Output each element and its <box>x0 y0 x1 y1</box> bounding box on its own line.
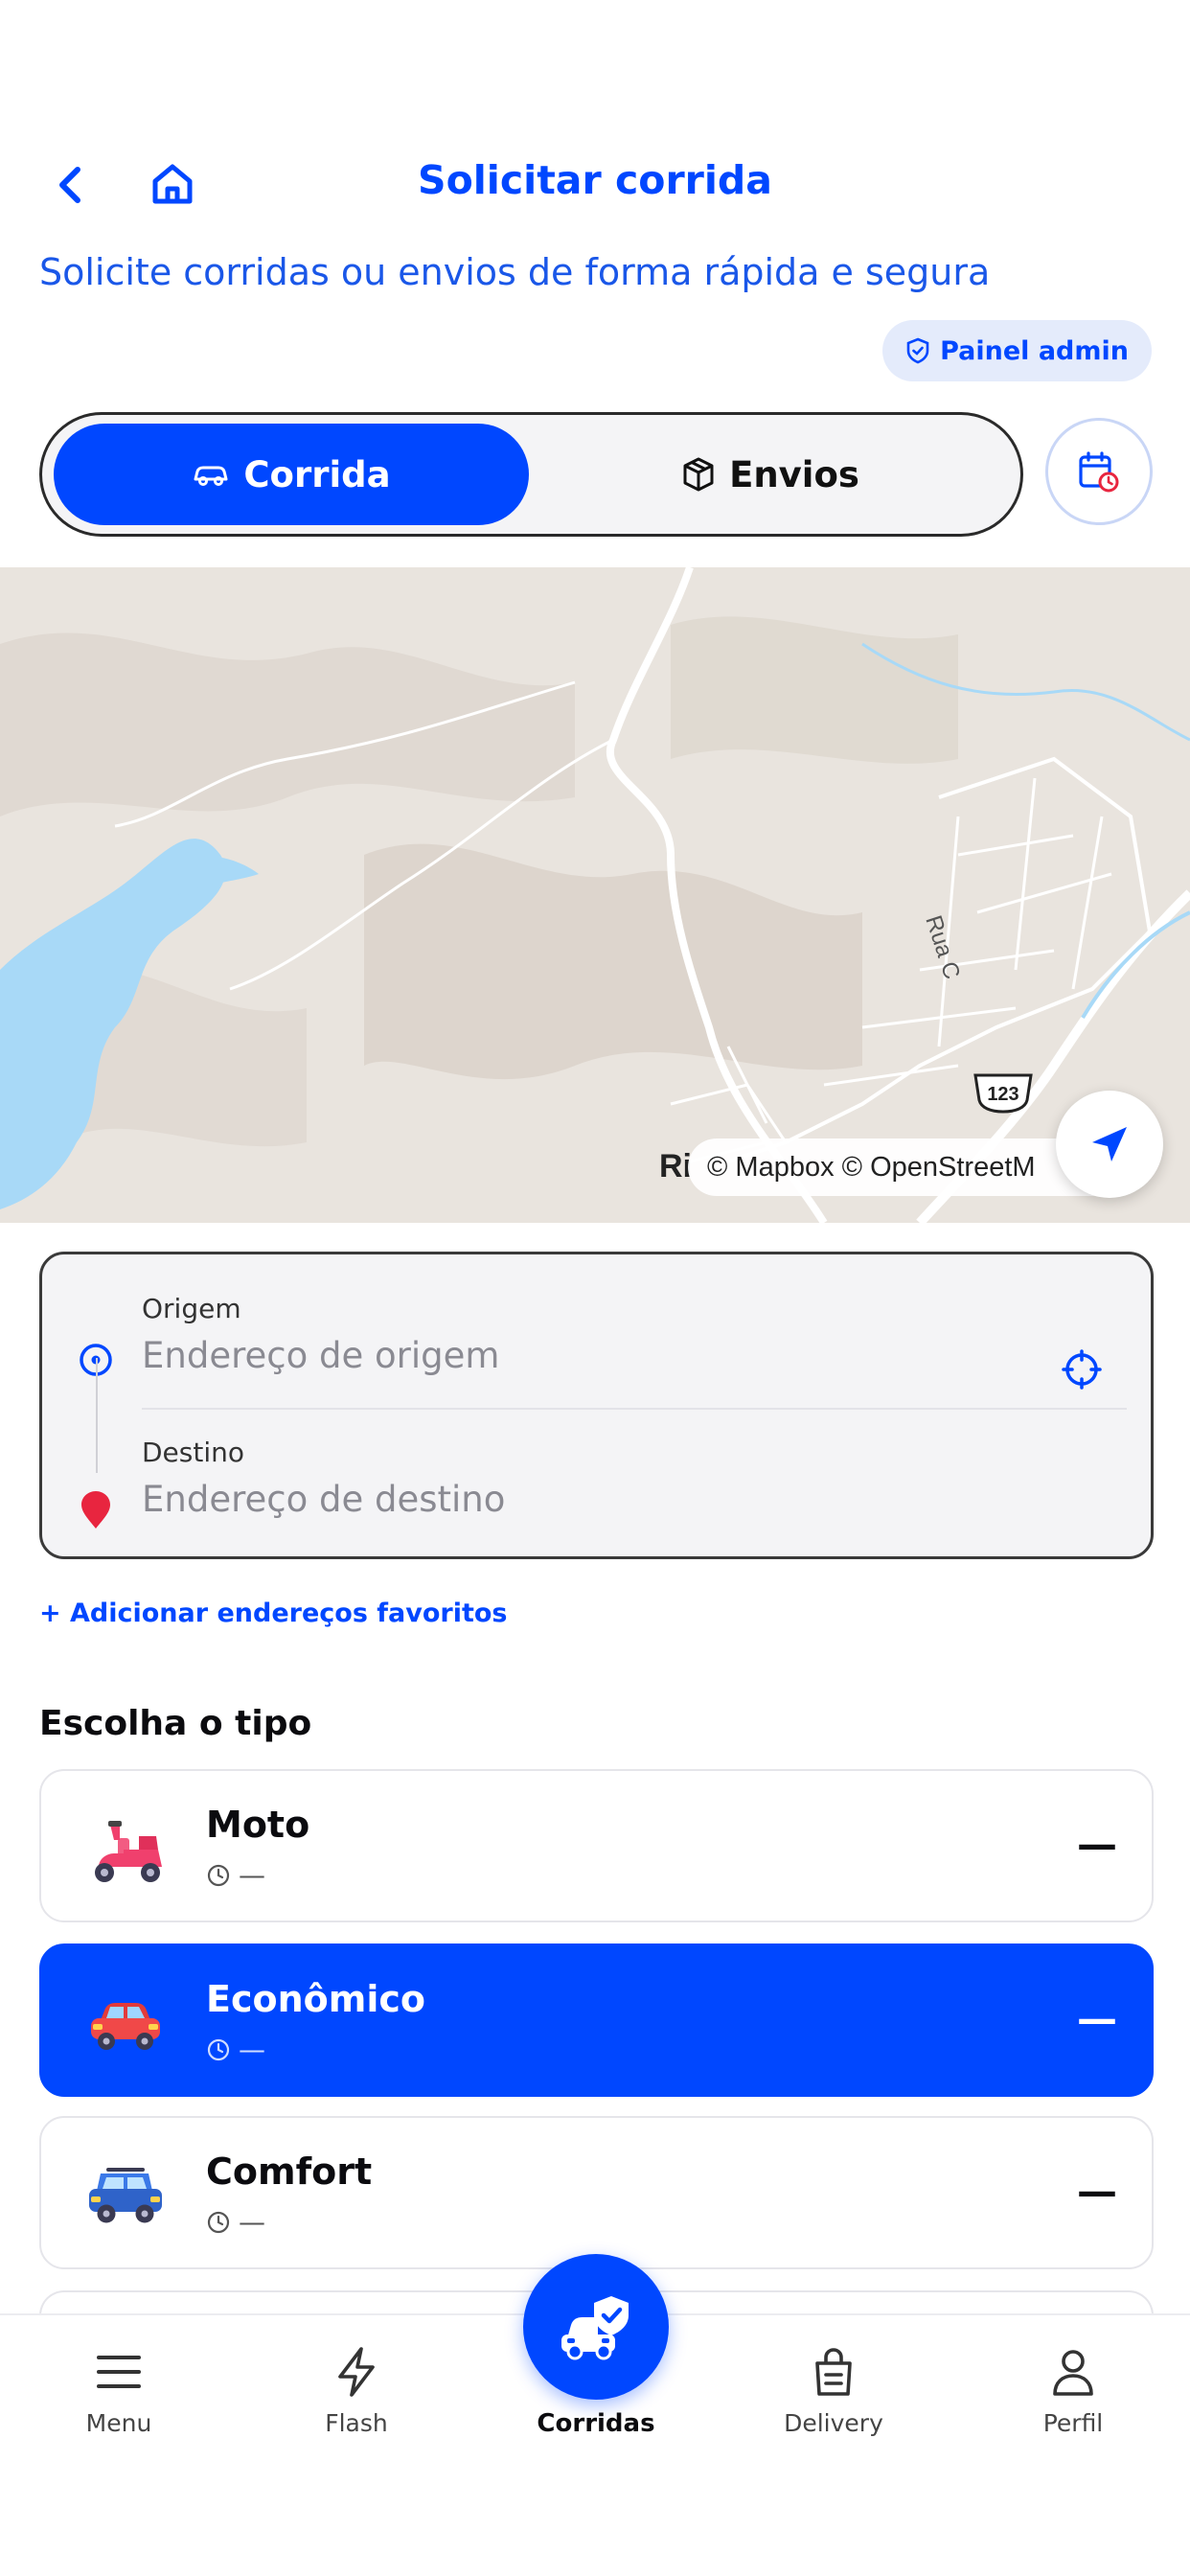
route-shield: 123 <box>972 1071 1035 1116</box>
ride-type-heading: Escolha o tipo <box>39 1704 312 1743</box>
ride-option-price: — <box>1077 2168 1117 2215</box>
nav-menu[interactable]: Menu <box>42 2344 195 2437</box>
admin-panel-label: Painel admin <box>940 335 1129 366</box>
nav-flash[interactable]: Flash <box>280 2344 433 2437</box>
destination-input[interactable] <box>142 1479 1004 1520</box>
nav-rides-label: Corridas <box>537 2409 655 2438</box>
address-divider <box>142 1408 1127 1410</box>
map-terrain <box>0 567 1190 1223</box>
clock-icon <box>207 2038 230 2060</box>
ride-option-eta-value: — <box>239 1859 265 1891</box>
address-card: Origem Destino <box>39 1252 1154 1559</box>
map-view[interactable]: Rua C 123 Ri © Mapbox © OpenStreetM <box>0 567 1190 1223</box>
nav-profile-label: Perfil <box>1042 2409 1104 2437</box>
ride-option-comfort[interactable]: Comfort — — <box>39 2116 1154 2269</box>
ride-option-name: Moto <box>206 1804 310 1846</box>
shield-icon <box>906 337 929 364</box>
destination-row: Destino <box>42 1427 1151 1552</box>
suv-icon <box>89 2168 162 2223</box>
map-place-label: Ri <box>659 1148 692 1184</box>
nav-menu-label: Menu <box>85 2409 152 2437</box>
schedule-button[interactable] <box>1045 418 1153 525</box>
ride-option-moto[interactable]: Moto — — <box>39 1769 1154 1922</box>
car-icon <box>194 466 228 486</box>
add-favorite-addresses-link[interactable]: + Adicionar endereços favoritos <box>39 1598 508 1628</box>
nav-delivery-label: Delivery <box>784 2409 883 2437</box>
ride-option-economico[interactable]: Econômico — — <box>39 1944 1154 2097</box>
lightning-icon <box>338 2347 375 2397</box>
clock-icon <box>207 1864 230 1886</box>
ride-option-eta: — <box>206 1859 265 1891</box>
navigation-arrow-icon <box>1092 1127 1127 1162</box>
destination-pin-icon <box>81 1491 110 1529</box>
ride-option-price: — <box>1077 1821 1117 1868</box>
nav-delivery[interactable]: Delivery <box>757 2344 910 2437</box>
menu-icon <box>97 2356 141 2388</box>
ride-option-name: Comfort <box>206 2150 373 2193</box>
tab-corrida-label: Corrida <box>243 453 391 495</box>
nav-profile[interactable]: Perfil <box>996 2344 1150 2437</box>
mode-switch: Corrida Envios <box>39 412 1023 537</box>
shopping-bag-icon <box>815 2348 852 2396</box>
admin-panel-button[interactable]: Painel admin <box>882 320 1152 381</box>
scooter-icon <box>95 1821 162 1882</box>
origin-label: Origem <box>142 1293 241 1324</box>
calendar-clock-icon <box>1079 451 1119 493</box>
package-icon <box>683 457 714 492</box>
user-icon <box>1053 2350 1093 2396</box>
origin-input[interactable] <box>142 1335 1004 1376</box>
ride-option-eta: — <box>206 2034 265 2065</box>
nav-rides-button[interactable] <box>523 2254 669 2400</box>
tab-envios-label: Envios <box>729 453 859 495</box>
nav-flash-label: Flash <box>325 2409 388 2437</box>
car-shield-icon <box>561 2296 629 2360</box>
red-car-icon <box>91 2003 160 2050</box>
ride-option-eta-value: — <box>239 2206 265 2238</box>
clock-icon <box>207 2211 230 2233</box>
my-location-button[interactable] <box>1056 1091 1163 1198</box>
ride-option-price: — <box>1077 1995 1117 2042</box>
origin-row: Origem <box>42 1283 1151 1408</box>
page-subtitle: Solicite corridas ou envios de forma ráp… <box>39 251 991 293</box>
route-shield-number: 123 <box>987 1084 1018 1105</box>
crosshair-icon[interactable] <box>1061 1348 1103 1391</box>
tab-corrida[interactable]: Corrida <box>54 424 529 525</box>
ride-option-eta: — <box>206 2206 265 2238</box>
tab-envios[interactable]: Envios <box>533 424 1008 525</box>
header: Solicitar corrida <box>0 144 1190 224</box>
ride-option-name: Econômico <box>206 1978 426 2020</box>
page-title: Solicitar corrida <box>418 157 772 203</box>
ride-option-eta-value: — <box>239 2034 265 2065</box>
destination-label: Destino <box>142 1437 245 1468</box>
